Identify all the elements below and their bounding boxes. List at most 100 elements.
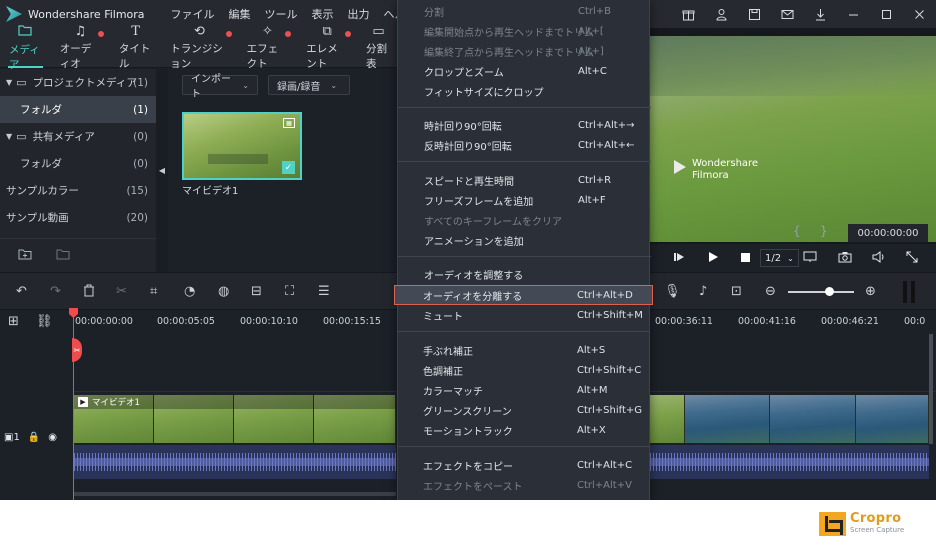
subtitle-icon[interactable]: ⊡ <box>731 284 742 299</box>
video-clip-segment[interactable] <box>685 395 770 443</box>
tab-media[interactable]: メディア <box>0 25 51 71</box>
adjust-icon[interactable]: ☰ <box>318 284 330 299</box>
volume-icon[interactable] <box>872 251 886 263</box>
menu-item-label: アニメーションを追加 <box>424 236 524 248</box>
timeline-scrollbar[interactable] <box>74 492 396 496</box>
maximize-icon[interactable] <box>870 0 903 28</box>
caret-down-icon[interactable]: ▼ <box>6 78 12 87</box>
eye-icon[interactable]: ◉ <box>48 432 57 443</box>
prev-frame-icon[interactable] <box>673 251 685 263</box>
watermark-line1: Wondershare <box>692 158 759 169</box>
tab-title[interactable]: T タイトル <box>110 25 161 71</box>
menu-item-rotate-cw[interactable]: 時計回り90°回転 Ctrl+Alt+→ <box>424 116 650 134</box>
menu-item-crop-fit[interactable]: フィットサイズにクロップ <box>424 82 650 100</box>
playback-ratio-select[interactable]: 1/2 ⌄ <box>760 249 799 267</box>
pause-icon[interactable] <box>903 281 915 303</box>
link-icon[interactable]: ⛓ <box>36 314 53 329</box>
close-icon[interactable] <box>903 0 936 28</box>
sidebar-item-sample-colors[interactable]: サンプルカラー (15) <box>0 177 156 204</box>
display-icon[interactable] <box>803 251 817 263</box>
menu-export[interactable]: 出力 <box>348 6 370 22</box>
import-dropdown[interactable]: インポート ⌄ <box>182 74 258 100</box>
microphone-icon[interactable]: 🎙 <box>664 284 681 299</box>
fullscreen-icon[interactable] <box>906 251 918 263</box>
mail-icon[interactable] <box>771 0 804 28</box>
video-track-controls: ▣1 🔒 ◉ <box>4 432 57 443</box>
tab-split-screen[interactable]: ▭ 分割表 <box>357 25 400 71</box>
account-icon[interactable] <box>705 0 738 28</box>
folder-icon[interactable] <box>56 248 70 264</box>
lock-icon[interactable]: 🔒 <box>28 432 40 443</box>
audio-mix-icon[interactable]: ♪ <box>699 284 707 299</box>
caret-down-icon[interactable]: ▼ <box>6 132 12 141</box>
crop-icon[interactable]: ⌗ <box>150 284 157 299</box>
audio-clip[interactable] <box>650 445 929 479</box>
context-menu: 分割 Ctrl+B 編集開始点から再生ヘッドまでトリム Alt+[ 編集終了点から再… <box>397 0 651 500</box>
camera-icon[interactable] <box>838 251 852 263</box>
tab-element[interactable]: ⧉ エレメント <box>297 25 357 70</box>
save-icon[interactable] <box>738 0 771 28</box>
menu-item-rotate-ccw[interactable]: 反時計回り90°回転 Ctrl+Alt+← <box>424 136 650 154</box>
menu-item-freeze-frame[interactable]: フリーズフレームを追加 Alt+F <box>424 191 650 209</box>
download-icon[interactable] <box>804 0 837 28</box>
watermark <box>208 154 268 164</box>
stop-icon[interactable] <box>741 253 750 262</box>
record-dropdown[interactable]: 録画/録音 ⌄ <box>268 75 350 95</box>
zoom-slider-track[interactable] <box>788 291 854 293</box>
add-track-icon[interactable]: ⊞ <box>8 314 19 329</box>
menu-item-trim-end[interactable]: 編集終了点から再生ヘッドまでトリム Alt+] <box>424 42 650 60</box>
sidebar-item-project-media[interactable]: ▼ ▭ プロジェクトメディア (1) <box>0 69 156 96</box>
audio-clip[interactable] <box>74 445 396 479</box>
menu-edit[interactable]: 編集 <box>229 6 251 22</box>
tab-label: タイトル <box>118 43 151 70</box>
tab-audio[interactable]: ♫ オーディオ <box>51 25 110 70</box>
zoom-slider-handle[interactable] <box>825 287 834 296</box>
video-clip-segment[interactable] <box>770 395 856 443</box>
fit-icon[interactable]: ⛶ <box>285 284 294 299</box>
menu-item-add-animation[interactable]: アニメーションを追加 <box>424 231 650 249</box>
mark-in-icon[interactable]: { <box>793 224 801 238</box>
audio-waveform-core <box>650 458 929 466</box>
sidebar-item-shared-folder[interactable]: フォルダ (0) <box>0 150 156 177</box>
tab-transition[interactable]: ⟲ トランジション <box>161 25 237 70</box>
zoom-out-icon[interactable]: ⊖ <box>765 284 776 299</box>
menu-item-clear-keyframes[interactable]: すべてのキーフレームをクリア <box>424 211 650 229</box>
minimize-icon[interactable] <box>837 0 870 28</box>
play-icon[interactable] <box>707 251 719 263</box>
menu-item-split[interactable]: 分割 Ctrl+B <box>424 2 650 20</box>
delete-icon[interactable] <box>83 284 95 301</box>
menu-tools[interactable]: ツール <box>265 6 298 22</box>
sidebar-item-sample-videos[interactable]: サンプル動画 (20) <box>0 204 156 231</box>
tab-effect[interactable]: ✧ エフェクト <box>238 25 298 70</box>
menu-item-label: 編集終了点から再生ヘッドまでトリム <box>424 47 594 59</box>
new-folder-icon[interactable] <box>18 248 32 264</box>
sidebar-item-folder[interactable]: フォルダ (1) <box>0 96 156 123</box>
collapse-sidebar-button[interactable]: ◀ <box>156 69 168 272</box>
video-clip-segment[interactable] <box>650 395 685 443</box>
preview-controls: 1/2 ⌄ <box>650 244 936 272</box>
notification-dot <box>97 31 104 37</box>
menu-file[interactable]: ファイル <box>171 6 215 22</box>
zoom-in-icon[interactable]: ⊕ <box>865 284 876 299</box>
notification-dot <box>344 31 351 37</box>
menu-item-adjust-audio[interactable]: オーディオを調整する <box>424 265 650 283</box>
menu-item-crop-zoom[interactable]: クロップとズーム Alt+C <box>424 62 650 80</box>
menu-item-trim-start[interactable]: 編集開始点から再生ヘッドまでトリム Alt+[ <box>424 22 650 40</box>
sidebar-item-label: サンプル動画 <box>6 212 69 224</box>
media-thumbnail[interactable]: ▦ ✓ <box>182 112 302 180</box>
speed-icon[interactable]: ◔ <box>184 284 195 299</box>
mark-out-icon[interactable]: } <box>820 224 828 238</box>
cut-icon[interactable]: ✂ <box>116 284 127 299</box>
check-icon[interactable]: ✓ <box>282 161 295 174</box>
video-clip-segment[interactable] <box>856 395 929 443</box>
redo-icon[interactable]: ↷ <box>50 284 61 299</box>
green-screen-icon[interactable]: ⊟ <box>251 284 262 299</box>
sidebar-item-shared-media[interactable]: ▼ ▭ 共有メディア (0) <box>0 123 156 150</box>
timeline-vertical-scrollbar[interactable] <box>929 334 933 444</box>
undo-icon[interactable]: ↶ <box>16 284 27 299</box>
menu-item-label: 編集開始点から再生ヘッドまでトリム <box>424 27 594 39</box>
gift-icon[interactable] <box>672 0 705 28</box>
menu-view[interactable]: 表示 <box>312 6 334 22</box>
menu-item-speed[interactable]: スピードと再生時間 Ctrl+R <box>424 171 650 189</box>
color-icon[interactable]: ◍ <box>218 284 229 299</box>
